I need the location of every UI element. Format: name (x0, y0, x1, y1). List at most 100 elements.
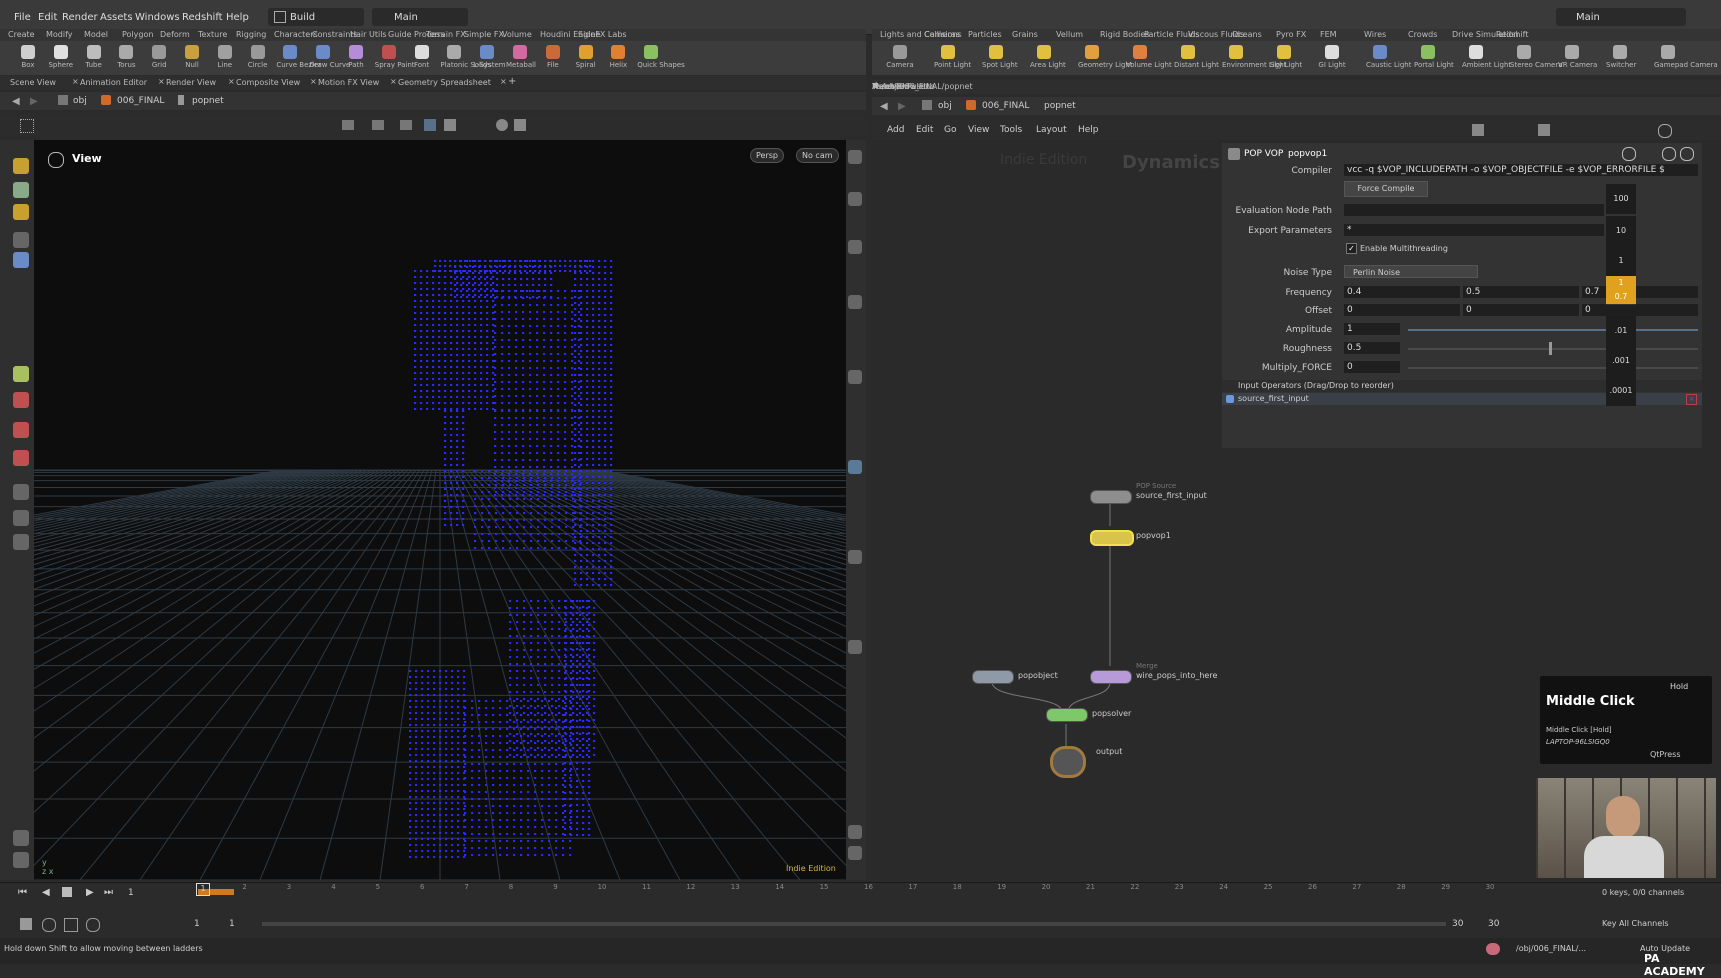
menu-render[interactable]: Render (62, 12, 98, 23)
realtime-icon[interactable] (20, 918, 32, 930)
grid-snap-icon[interactable] (20, 119, 34, 133)
rotate-tool-icon[interactable] (13, 204, 29, 220)
shelf-tool-8[interactable]: Curve Bezier (276, 45, 321, 69)
desktop-main-right-dropdown[interactable]: Main (1556, 8, 1686, 26)
camera-icon[interactable] (496, 119, 508, 131)
pane-tab-left-5[interactable]: Geometry Spreadsheet (398, 78, 491, 87)
shelf-tool-17[interactable]: Spiral (572, 45, 600, 69)
shelf-tool-light-15[interactable]: Switcher (1606, 45, 1636, 69)
menu-redshift[interactable]: Redshift (182, 12, 223, 23)
ladder-step-5[interactable]: .01 (1606, 316, 1636, 347)
offset-x-field[interactable]: 0 (1344, 304, 1460, 316)
shelf-tool-light-2[interactable]: Spot Light (982, 45, 1018, 69)
node-popvop1[interactable]: popvop1 (1090, 530, 1171, 546)
shelf-tool-7[interactable]: Circle (244, 45, 272, 69)
pane-tab-left-4[interactable]: Motion FX View (318, 78, 379, 87)
shelf-right-tab-4[interactable]: Vellum (1056, 30, 1083, 39)
multiply-force-field[interactable]: 0 (1344, 361, 1400, 373)
node-output[interactable]: output (1050, 746, 1122, 778)
menu-file[interactable]: File (14, 12, 31, 23)
pane-tab-left-close-icon[interactable]: × (158, 77, 165, 86)
shelf-tool-18[interactable]: Helix (604, 45, 632, 69)
eval-path-field[interactable] (1344, 204, 1604, 216)
shelf-left-tab-11[interactable]: Terrain FX (426, 30, 466, 39)
network-menu-view[interactable]: View (968, 125, 989, 135)
shelf-tool-15[interactable]: Metaball (506, 45, 536, 69)
range-start-field[interactable]: 1 (194, 919, 200, 929)
playhead[interactable]: 1 (196, 883, 210, 896)
snap-toggle-icon[interactable] (424, 119, 436, 131)
shelf-right-tab-2[interactable]: Particles (968, 30, 1002, 39)
menu-help[interactable]: Help (226, 12, 249, 23)
shelf-tool-light-10[interactable]: Caustic Light (1366, 45, 1412, 69)
render-tool-icon[interactable] (13, 852, 29, 868)
play-icon[interactable]: ▶ (86, 887, 94, 898)
timeline-ruler[interactable]: 1 2 3 4 5 6 7 8 9 10 11 12 13 14 15 16 17 18 19 20 21 22 23 24… (196, 883, 1518, 903)
zoom-icon[interactable] (1662, 147, 1676, 161)
key-all-channels[interactable]: Key All Channels (1602, 919, 1669, 928)
network-menu-layout[interactable]: Layout (1036, 125, 1067, 135)
shelf-tool-light-7[interactable]: Environment Light (1222, 45, 1286, 69)
display-mode-icon[interactable] (848, 150, 862, 164)
select-tool-icon[interactable] (13, 158, 29, 174)
path-006-final[interactable]: 006_FINAL (117, 96, 164, 106)
shelf-tool-14[interactable]: L-System (473, 45, 506, 69)
paint-tool-icon[interactable] (13, 450, 29, 466)
point-display-icon[interactable] (444, 119, 456, 131)
shading-icon[interactable] (848, 240, 862, 254)
brush-tool-icon[interactable] (13, 366, 29, 382)
desktop-build-dropdown[interactable]: Build (268, 8, 364, 26)
network-menu-edit[interactable]: Edit (916, 125, 933, 135)
offset-z-field[interactable]: 0 (1582, 304, 1698, 316)
orbit-tool-icon[interactable] (13, 510, 29, 526)
amplitude-slider[interactable] (1408, 329, 1698, 331)
pane-tab-left-close-icon[interactable]: × (72, 77, 79, 86)
path-popnet[interactable]: popnet (192, 96, 224, 106)
pane-tab-left-close-icon[interactable]: × (500, 77, 507, 86)
forward-arrow-icon[interactable]: ▶ (30, 96, 38, 107)
menu-assets[interactable]: Assets (100, 12, 133, 23)
shelf-tool-4[interactable]: Grid (145, 45, 173, 69)
frequency-y-field[interactable]: 0.5 (1463, 286, 1579, 298)
shelf-tool-light-9[interactable]: GI Light (1318, 45, 1346, 69)
shelf-tool-12[interactable]: Font (408, 45, 436, 69)
remove-operator-icon[interactable]: × (1686, 394, 1697, 405)
shelf-left-tab-6[interactable]: Rigging (236, 30, 266, 39)
multithread-checkbox[interactable]: ✓ (1346, 243, 1357, 254)
node-name-field[interactable]: popvop1 (1288, 149, 1327, 159)
multiply-force-slider[interactable] (1408, 367, 1698, 369)
persp-menu[interactable]: Persp (750, 148, 784, 163)
frequency-x-field[interactable]: 0.4 (1344, 286, 1460, 298)
ladder-step-2[interactable]: 1 (1606, 246, 1636, 277)
forward-arrow-icon[interactable]: ▶ (898, 101, 906, 112)
pane-tab-left-close-icon[interactable]: × (390, 77, 397, 86)
node-body[interactable] (1090, 670, 1132, 684)
frequency-z-field[interactable]: 0.7 (1582, 286, 1698, 298)
shelf-left-tab-3[interactable]: Polygon (122, 30, 153, 39)
shelf-tool-3[interactable]: Torus (112, 45, 140, 69)
pane-tab-right-3[interactable]: Asset Browser (872, 82, 929, 91)
info-icon[interactable] (848, 825, 862, 839)
node-body[interactable] (1090, 490, 1132, 504)
shelf-tool-light-0[interactable]: Camera (886, 45, 914, 69)
node-body[interactable] (972, 670, 1014, 684)
back-arrow-icon[interactable]: ◀ (880, 101, 888, 112)
ladder-step-1[interactable]: 10 (1606, 216, 1636, 247)
stop-icon[interactable] (62, 887, 72, 897)
path-006-final[interactable]: 006_FINAL (982, 101, 1029, 111)
global-anim-icon[interactable] (86, 918, 100, 932)
shelf-left-tab-12[interactable]: Simple FX (464, 30, 504, 39)
lock-icon[interactable] (13, 252, 29, 268)
particle-display-icon[interactable] (848, 460, 862, 474)
amplitude-field[interactable]: 1 (1344, 323, 1400, 335)
pane-tab-left-close-icon[interactable]: × (228, 77, 235, 86)
shelf-tool-1[interactable]: Sphere (47, 45, 75, 69)
shelf-tool-10[interactable]: Path (342, 45, 370, 69)
status-path[interactable]: /obj/006_FINAL/... (1516, 944, 1586, 953)
loop-icon[interactable] (64, 918, 78, 932)
shelf-tool-light-16[interactable]: Gamepad Camera (1654, 45, 1718, 69)
move-tool-icon[interactable] (13, 182, 29, 198)
shelf-right-tab-5[interactable]: Rigid Bodies (1100, 30, 1149, 39)
pane-tab-right-add-icon[interactable]: + (872, 80, 880, 91)
lock-camera-icon[interactable] (848, 192, 862, 206)
